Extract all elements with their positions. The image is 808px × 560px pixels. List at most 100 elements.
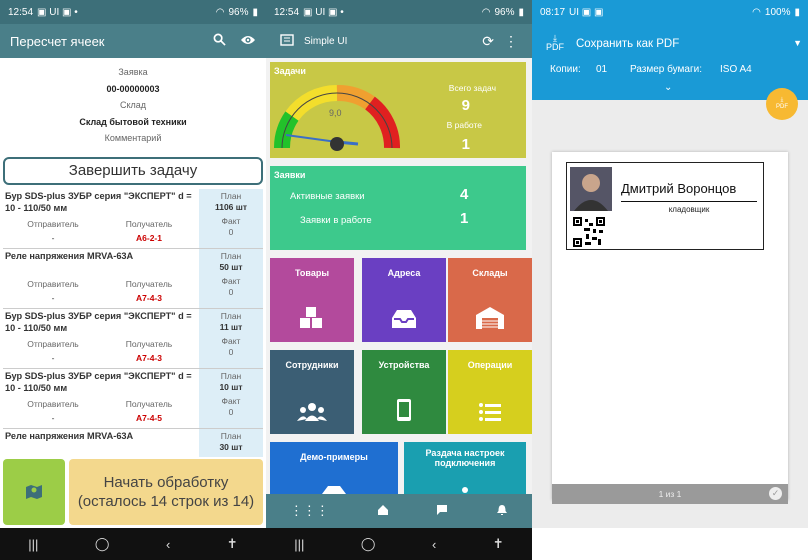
badge-card: Дмитрий Воронцов кладовщик xyxy=(566,162,764,250)
tile-people[interactable]: Сотрудники xyxy=(270,350,354,434)
list-item[interactable]: Бур SDS-plus ЗУБР серия "ЭКСПЕРТ" d = 10… xyxy=(3,189,263,249)
accessibility-icon[interactable]: ✝ xyxy=(227,536,238,552)
home-icon[interactable]: ◯ xyxy=(361,536,376,552)
orders-inwork-label: Заявки в работе xyxy=(300,215,372,226)
warehouse-name: Склад бытовой техники xyxy=(79,116,187,127)
menu-icon[interactable] xyxy=(280,33,294,49)
status-icons: ▣ UI ▣ • xyxy=(303,6,344,18)
order-number: 00-00000003 xyxy=(106,83,160,94)
status-time: 08:17 xyxy=(540,6,566,18)
more-icon[interactable]: ⋮ xyxy=(504,33,518,50)
fact-value: 0 xyxy=(228,407,234,417)
comment-label: Комментарий xyxy=(104,133,162,143)
download-pdf-fab[interactable]: ⤓ PDF xyxy=(766,88,798,120)
tasks-tile[interactable]: Задачи 9,0 Всего задач 9 В работе 1 xyxy=(270,62,526,158)
home-icon[interactable]: ◯ xyxy=(95,536,110,552)
bell-icon[interactable] xyxy=(496,504,508,519)
active-orders-value: 4 xyxy=(460,186,469,203)
check-icon[interactable]: ✓ xyxy=(769,487,782,500)
fact-value: 0 xyxy=(228,287,234,297)
item-name: Бур SDS-plus ЗУБР серия "ЭКСПЕРТ" d = 10… xyxy=(5,371,192,393)
tile-list[interactable]: Операции xyxy=(448,350,532,434)
plan-label: План xyxy=(220,371,242,381)
paper-size-value[interactable]: ISO A4 xyxy=(720,64,752,75)
wifi-icon: ◠ xyxy=(215,6,225,18)
boxes-icon xyxy=(270,306,354,330)
battery-level: 96% xyxy=(494,6,515,18)
tile-demo[interactable]: Демо-примеры xyxy=(270,442,398,494)
list-item[interactable]: Реле напряжения MRVA-63A ОтправительПолу… xyxy=(3,249,263,309)
share-icon xyxy=(404,484,526,494)
qty-column: План 50 шт Факт 0 xyxy=(199,249,263,308)
qty-column: План 30 шт Факт xyxy=(199,429,263,457)
item-info: Бур SDS-plus ЗУБР серия "ЭКСПЕРТ" d = 10… xyxy=(3,189,199,248)
map-icon xyxy=(26,485,42,499)
tile-label: Склады xyxy=(472,268,508,278)
recent-apps-icon[interactable]: ||| xyxy=(294,537,304,552)
tile-inbox[interactable]: Адреса xyxy=(362,258,446,342)
finish-task-button[interactable]: Завершить задачу xyxy=(3,157,263,185)
tile-share[interactable]: Раздача настроек подключения xyxy=(404,442,526,494)
tile-phone[interactable]: Устройства xyxy=(362,350,446,434)
home-tab-icon[interactable] xyxy=(377,504,389,519)
fact-label: Факт xyxy=(221,216,241,226)
inbox-icon xyxy=(362,308,446,330)
to-label: Получатель xyxy=(125,339,173,349)
eye-icon[interactable] xyxy=(240,33,256,49)
accessibility-icon[interactable]: ✝ xyxy=(493,536,504,552)
start-processing-button[interactable]: Начать обработку (осталось 14 строк из 1… xyxy=(69,459,263,525)
chat-icon[interactable] xyxy=(436,504,448,519)
map-button[interactable] xyxy=(3,459,65,525)
copies-value[interactable]: 01 xyxy=(596,64,607,75)
item-info: Бур SDS-plus ЗУБР серия "ЭКСПЕРТ" d = 10… xyxy=(3,309,199,368)
status-icons: UI ▣ ▣ xyxy=(569,6,604,18)
orders-tile[interactable]: Заявки Активные заявки 4 Заявки в работе… xyxy=(270,166,526,250)
status-bar: 12:54 ▣ UI ▣ • ◠ 96% ▮ xyxy=(266,0,532,24)
phone-dashboard: 12:54 ▣ UI ▣ • ◠ 96% ▮ Simple UI ⟳ ⋮ Задачи… xyxy=(266,0,532,560)
battery-level: 96% xyxy=(228,6,249,18)
wifi-icon: ◠ xyxy=(481,6,491,18)
item-info: Бур SDS-plus ЗУБР серия "ЭКСПЕРТ" d = 10… xyxy=(3,369,199,428)
qty-column: План 11 шт Факт 0 xyxy=(199,309,263,368)
app-title: Simple UI xyxy=(304,35,348,47)
from-label: Отправитель xyxy=(27,339,79,349)
pdf-page-preview: Дмитрий Воронцов кладовщик xyxy=(552,152,788,500)
app-bar: Simple UI ⟳ ⋮ xyxy=(266,24,532,58)
status-time: 12:54 xyxy=(274,6,300,18)
dropdown-arrow-icon[interactable]: ▼ xyxy=(793,38,802,48)
search-icon[interactable] xyxy=(213,33,226,49)
qty-column: План 1106 шт Факт 0 xyxy=(199,189,263,248)
plan-label: План xyxy=(220,431,242,441)
fact-label: Факт xyxy=(221,396,241,406)
save-as-pdf-select[interactable]: Сохранить как PDF xyxy=(576,38,679,50)
back-icon[interactable]: ‹ xyxy=(166,537,170,552)
item-name: Бур SDS-plus ЗУБР серия "ЭКСПЕРТ" d = 10… xyxy=(5,311,192,333)
list-item[interactable]: Реле напряжения MRVA-63A ОтправительПолу… xyxy=(3,429,263,457)
pdf-download-icon: ⤓ PDF xyxy=(546,33,564,52)
plan-label: План xyxy=(220,191,242,201)
warehouse-label: Склад xyxy=(119,100,147,110)
total-tasks-label: Всего задач xyxy=(448,83,496,93)
refresh-icon[interactable]: ⟳ xyxy=(482,33,494,50)
copies-label: Копии: xyxy=(550,64,581,75)
recent-apps-icon[interactable]: ||| xyxy=(28,537,38,552)
tile-boxes[interactable]: Товары xyxy=(270,258,354,342)
tile-label: Устройства xyxy=(378,360,430,370)
chevron-down-icon[interactable]: ⌄ xyxy=(664,82,672,93)
nav-bar xyxy=(532,528,808,560)
total-tasks-value: 9 xyxy=(461,97,470,114)
plan-value: 10 шт xyxy=(219,382,243,392)
back-icon[interactable]: ‹ xyxy=(432,537,436,552)
warehouse-icon xyxy=(448,306,532,330)
battery-icon: ▮ xyxy=(252,6,258,18)
demo-icon xyxy=(270,484,398,494)
list-item[interactable]: Бур SDS-plus ЗУБР серия "ЭКСПЕРТ" d = 10… xyxy=(3,369,263,429)
plan-value: 50 шт xyxy=(219,262,243,272)
from-label: Отправитель xyxy=(27,399,79,409)
tile-label: Демо-примеры xyxy=(300,452,368,462)
grid-icon[interactable]: ⋮⋮⋮ xyxy=(290,503,329,519)
list-item[interactable]: Бур SDS-plus ЗУБР серия "ЭКСПЕРТ" d = 10… xyxy=(3,309,263,369)
tile-warehouse[interactable]: Склады xyxy=(448,258,532,342)
orders-title: Заявки xyxy=(274,170,306,180)
item-name: Бур SDS-plus ЗУБР серия "ЭКСПЕРТ" d = 10… xyxy=(5,191,192,213)
